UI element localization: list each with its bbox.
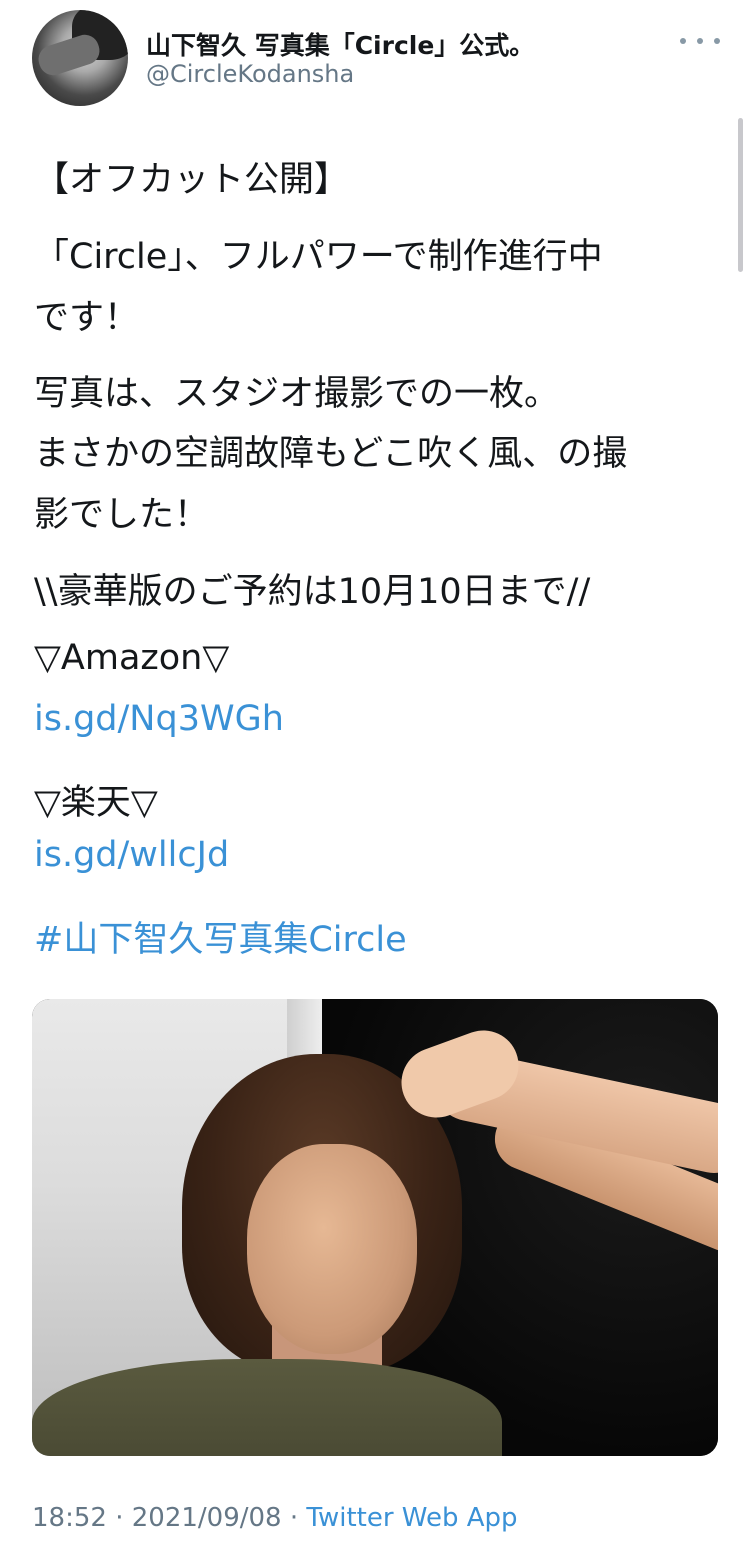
photo-face [247, 1144, 417, 1354]
tweet-photo[interactable] [32, 999, 718, 1456]
avatar-hand [34, 31, 104, 79]
source-app-link[interactable]: Twitter Web App [306, 1503, 517, 1533]
rakuten-link[interactable]: is.gd/wllcJd [34, 835, 229, 875]
scrollbar[interactable] [738, 118, 743, 272]
tweet-line: 写真は、スタジオ撮影での一枚。 [34, 374, 560, 414]
tweet-line: \\豪華版のご予約は10月10日まで// [34, 572, 591, 612]
tweet-line: まさかの空調故障もどこ吹く風、の撮 [34, 434, 628, 474]
more-dots-icon[interactable] [680, 26, 720, 56]
tweet-line: 「Circle」、フルパワーで制作進行中 [34, 237, 603, 277]
avatar[interactable] [32, 10, 128, 106]
tweet-detail-screen: 山下智久 写真集「Circle」公式。 @CircleKodansha 【オフカ… [0, 0, 750, 1543]
tweet-line: 【オフカット公開】 [34, 160, 350, 200]
tweet-meta: 18:52 · 2021/09/08 · Twitter Web App [32, 1503, 518, 1533]
tweet-line: 影でした！ [34, 495, 210, 535]
meta-separator: · [281, 1503, 307, 1533]
hashtag-link[interactable]: #山下智久写真集Circle [34, 911, 407, 962]
display-name[interactable]: 山下智久 写真集「Circle」公式。 [146, 26, 534, 62]
dot [714, 38, 720, 44]
user-handle[interactable]: @CircleKodansha [146, 60, 354, 88]
amazon-link[interactable]: is.gd/Nq3WGh [34, 699, 284, 739]
tweet-line: ▽楽天▽ [34, 783, 158, 823]
meta-separator: · [106, 1503, 132, 1533]
tweet-line: ▽Amazon▽ [34, 638, 230, 678]
dot [680, 38, 686, 44]
dot [697, 38, 703, 44]
tweet-time: 18:52 [32, 1503, 107, 1533]
tweet-line: です！ [34, 298, 140, 338]
tweet-date: 2021/09/08 [131, 1503, 282, 1533]
